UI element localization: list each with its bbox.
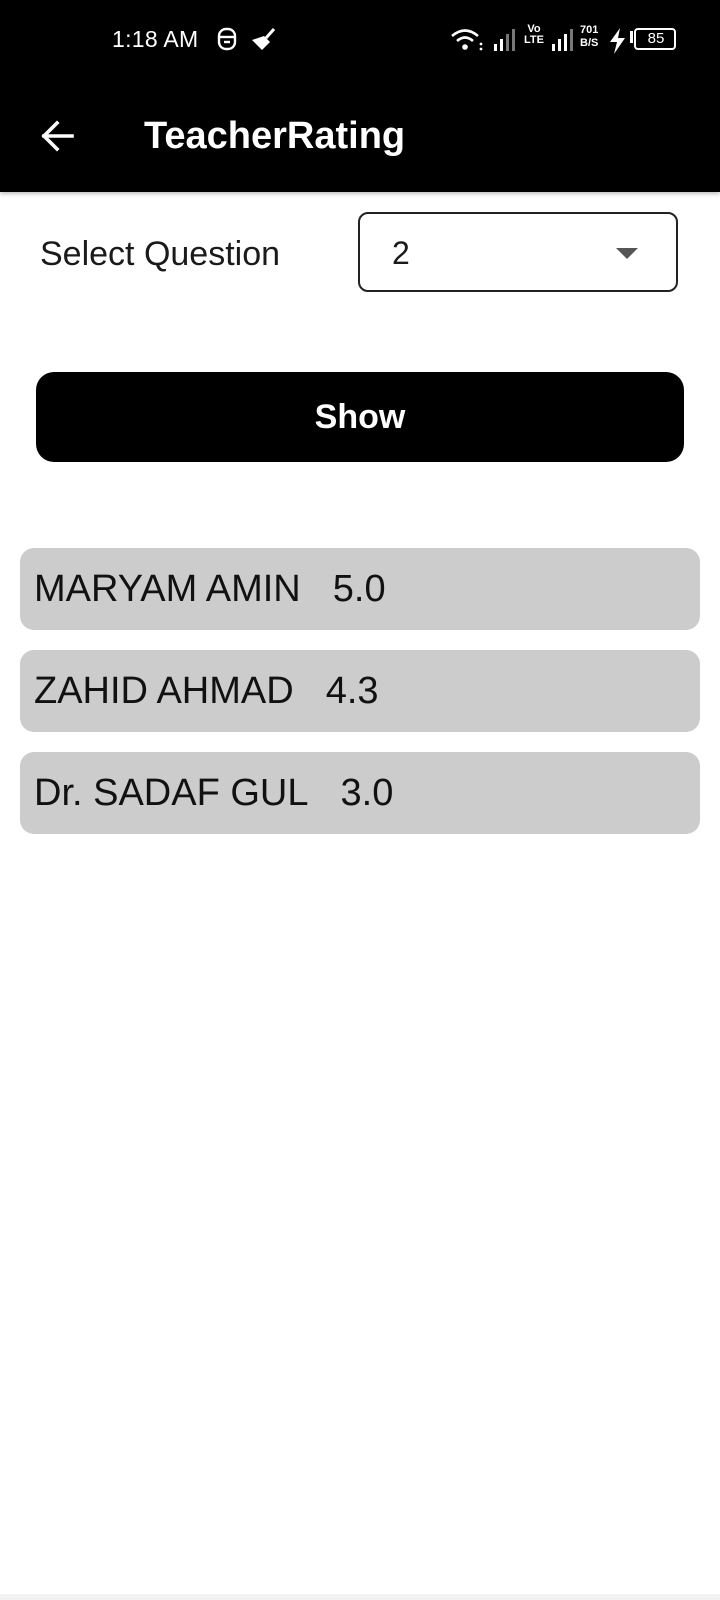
- teacher-name: MARYAM AMIN: [34, 567, 301, 610]
- question-dropdown[interactable]: 2: [358, 212, 678, 292]
- status-time: 1:18 AM: [112, 26, 199, 52]
- volte-label: Vo LTE: [524, 23, 544, 46]
- list-item[interactable]: MARYAM AMIN 5.0: [20, 548, 700, 630]
- teacher-name: ZAHID AHMAD: [34, 669, 294, 712]
- teacher-name: Dr. SADAF GUL: [34, 771, 309, 814]
- show-button[interactable]: Show: [36, 372, 684, 462]
- navigation-bar: [0, 1594, 720, 1600]
- caret-down-icon: [616, 248, 638, 259]
- network-speed: 701 B/S: [580, 24, 599, 49]
- status-bar: 1:18 AM Vo LTE 701 B/S 85: [0, 0, 720, 80]
- charging-icon: [610, 28, 625, 54]
- wifi-icon: [451, 29, 483, 51]
- status-icons: Vo LTE 701 B/S 85: [450, 23, 690, 56]
- cleaner-icon: [248, 26, 276, 57]
- list-item[interactable]: ZAHID AHMAD 4.3: [20, 650, 700, 732]
- rating-list: MARYAM AMIN 5.0 ZAHID AHMAD 4.3 Dr. SADA…: [20, 548, 700, 854]
- signal-icon-2: [552, 29, 573, 51]
- list-item[interactable]: Dr. SADAF GUL 3.0: [20, 752, 700, 834]
- app-bar: TeacherRating: [0, 80, 720, 192]
- page-title: TeacherRating: [144, 115, 406, 157]
- teacher-score: 5.0: [332, 567, 386, 610]
- back-button[interactable]: [34, 112, 82, 160]
- dropdown-selected-value: 2: [392, 235, 410, 271]
- sim-notification-icon: [216, 26, 238, 57]
- signal-icon-1: [494, 29, 515, 51]
- select-question-label: Select Question: [40, 235, 281, 273]
- teacher-score: 3.0: [340, 771, 394, 814]
- arrow-left-icon: [41, 120, 74, 152]
- teacher-score: 4.3: [325, 669, 379, 712]
- battery-level: 85: [647, 30, 665, 47]
